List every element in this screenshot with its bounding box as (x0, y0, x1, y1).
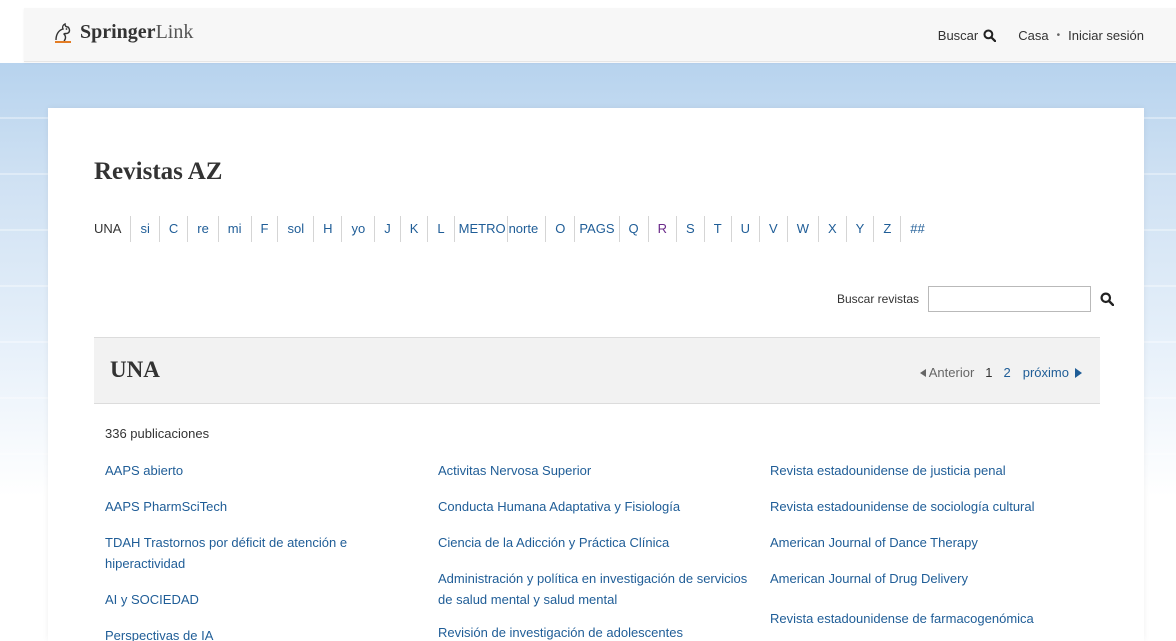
previous-page: Anterior (919, 365, 975, 380)
journal-link[interactable]: Administración y política en investigaci… (438, 568, 750, 610)
triangle-right-icon (1075, 367, 1082, 378)
search-submit-icon[interactable] (1100, 292, 1114, 306)
az-letter[interactable]: C (160, 216, 189, 242)
journal-link[interactable]: Revista estadounidense de sociología cul… (770, 496, 1083, 517)
az-letter[interactable]: V (760, 216, 788, 242)
journal-link[interactable]: Perspectivas de IA (105, 625, 418, 641)
login-link[interactable]: Iniciar sesión (1068, 28, 1144, 43)
az-letter[interactable]: PAGS (575, 216, 620, 242)
az-index-nav: UNA si C re mi F sol H yo J K L METRO no… (94, 216, 934, 242)
journal-link[interactable]: Conducta Humana Adaptativa y Fisiología (438, 496, 750, 517)
az-letter[interactable]: ## (901, 216, 933, 242)
page-number[interactable]: 1 (985, 365, 992, 380)
page-number[interactable]: 2 (1004, 365, 1011, 380)
az-letter[interactable]: mi (219, 216, 252, 242)
next-label: próximo (1022, 365, 1069, 380)
journal-link[interactable]: AAPS abierto (105, 460, 418, 481)
az-letter[interactable]: R (649, 216, 678, 242)
publication-count: 336 publicaciones (105, 426, 210, 441)
search-label: Buscar revistas (836, 292, 919, 306)
journal-link[interactable]: Ciencia de la Adicción y Práctica Clínic… (438, 532, 750, 553)
journal-column: AAPS abierto AAPS PharmSciTech TDAH Tras… (105, 460, 438, 641)
az-letter[interactable]: METRO (455, 216, 508, 242)
search-input[interactable] (928, 286, 1091, 312)
next-page[interactable]: próximo (1023, 365, 1082, 380)
page-title: Revistas AZ (94, 158, 223, 185)
az-letter[interactable]: Y (847, 216, 875, 242)
az-letter[interactable]: F (252, 216, 279, 242)
journal-link[interactable]: American Journal of Dance Therapy (770, 532, 1083, 553)
journal-column: Revista estadounidense de justicia penal… (770, 460, 1103, 641)
journal-search: Buscar revistas (837, 286, 1114, 312)
journal-link[interactable]: Revisión de investigación de adolescente… (438, 622, 750, 641)
home-link[interactable]: Casa (1018, 28, 1048, 43)
journal-column: Activitas Nervosa Superior Conducta Huma… (438, 460, 770, 641)
springer-horse-icon (55, 22, 71, 43)
header-search-link[interactable]: Buscar (937, 28, 997, 43)
az-letter[interactable]: UNA (94, 216, 132, 242)
search-icon (983, 29, 997, 42)
brand-name: Springer (80, 21, 156, 43)
journal-link[interactable]: AI y SOCIEDAD (105, 589, 418, 610)
az-letter[interactable]: re (188, 216, 219, 242)
section-title: UNA (110, 357, 160, 382)
header-nav: Buscar Casa • Iniciar sesión (938, 28, 1144, 43)
az-letter[interactable]: K (401, 216, 429, 242)
az-letter[interactable]: O (546, 216, 576, 242)
journal-link[interactable]: AAPS PharmSciTech (105, 496, 418, 517)
journal-link[interactable]: TDAH Trastornos por déficit de atención … (105, 532, 418, 574)
letter-section-header: UNA Anterior 1 2 próximo (94, 337, 1100, 404)
pagination: Anterior 1 2 próximo (919, 365, 1082, 380)
az-letter[interactable]: Z (874, 216, 902, 242)
az-letter[interactable]: J (375, 216, 401, 242)
journals-card: Revistas AZ UNA si C re mi F sol H yo J … (48, 108, 1144, 641)
az-letter[interactable]: H (314, 216, 343, 242)
az-letter[interactable]: S (677, 216, 705, 242)
header-search-label: Buscar (937, 28, 979, 43)
az-letter[interactable]: L (428, 216, 455, 242)
site-header: SpringerLink Buscar Casa • Iniciar sesió… (24, 8, 1176, 62)
journal-link[interactable]: Activitas Nervosa Superior (438, 460, 750, 481)
header-separator: • (1056, 30, 1061, 41)
brand-suffix: Link (155, 21, 194, 43)
az-letter[interactable]: yo (342, 216, 376, 242)
previous-label: Anterior (928, 365, 975, 380)
journal-list: AAPS abierto AAPS PharmSciTech TDAH Tras… (105, 460, 1105, 641)
az-letter[interactable]: Q (620, 216, 649, 242)
journal-link[interactable]: Revista estadounidense de justicia penal (770, 460, 1083, 481)
az-letter[interactable]: U (732, 216, 761, 242)
springer-link-logo[interactable]: SpringerLink (52, 21, 193, 44)
az-letter[interactable]: W (788, 216, 819, 242)
az-letter[interactable]: X (819, 216, 847, 242)
az-letter[interactable]: sol (278, 216, 315, 242)
az-letter[interactable]: si (131, 216, 160, 242)
journal-link[interactable]: Revista estadounidense de farmacogenómic… (770, 608, 1083, 629)
journal-link[interactable]: American Journal of Drug Delivery (770, 568, 1083, 589)
az-letter[interactable]: norte (508, 216, 547, 242)
az-letter[interactable]: T (705, 216, 732, 242)
triangle-left-icon (919, 368, 926, 377)
